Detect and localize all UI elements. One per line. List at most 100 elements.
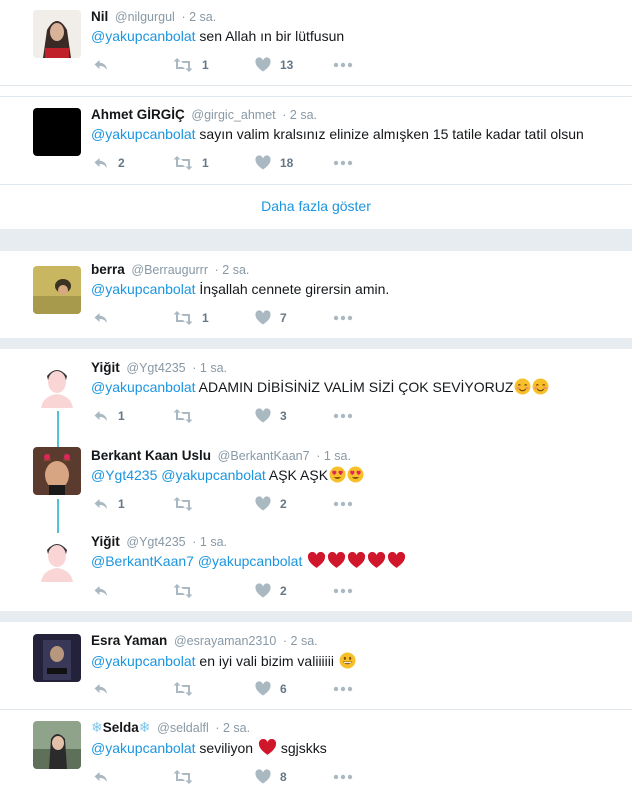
handle[interactable]: @Ygt4235 (126, 535, 185, 549)
tweet-text: @yakupcanbolat sayın valim kralsınız eli… (91, 126, 584, 142)
avatar[interactable] (33, 447, 81, 495)
display-name[interactable]: Yiğit (91, 534, 120, 549)
reply-button[interactable] (93, 582, 118, 600)
snowflake-icon: ❄ (91, 719, 103, 735)
handle[interactable]: @nilgurgul (115, 10, 175, 24)
tweet-header: Yiğit @Ygt4235 · 1 sa. (91, 360, 227, 375)
tweet-actions: 2 (91, 582, 391, 600)
thread-line (57, 411, 59, 447)
avatar[interactable] (33, 721, 81, 769)
handle[interactable]: @seldalfl (157, 721, 209, 735)
mention-link[interactable]: @BerkantKaan7 @yakupcanbolat (91, 553, 302, 569)
display-name[interactable]: Esra Yaman (91, 633, 167, 648)
handle[interactable]: @Ygt4235 (126, 361, 185, 375)
avatar[interactable] (33, 534, 81, 582)
like-button[interactable]: 18 (255, 154, 293, 172)
tweet-header: Nil @nilgurgul · 2 sa. (91, 9, 216, 24)
reply-icon (93, 408, 109, 424)
timestamp[interactable]: · 1 sa. (192, 535, 227, 549)
mention-link[interactable]: @yakupcanbolat (91, 281, 196, 297)
mention-link[interactable]: @yakupcanbolat (91, 126, 196, 142)
timestamp[interactable]: · 1 sa. (192, 361, 227, 375)
like-button[interactable]: 13 (255, 56, 293, 74)
retweet-button[interactable] (173, 680, 202, 698)
mention-link[interactable]: @yakupcanbolat (91, 653, 196, 669)
display-name[interactable]: Berkant Kaan Uslu (91, 448, 211, 463)
retweet-button[interactable]: 1 (173, 154, 209, 172)
show-more-link[interactable]: Daha fazla göster (0, 198, 632, 214)
reply-button[interactable] (93, 768, 118, 786)
smiling-face-emoji (514, 378, 531, 398)
more-button[interactable] (333, 154, 353, 172)
mention-link[interactable]: @yakupcanbolat (91, 740, 196, 756)
grinning-face-emoji (339, 652, 356, 672)
timestamp[interactable]: · 2 sa. (283, 634, 318, 648)
avatar[interactable] (33, 266, 81, 314)
retweet-button[interactable] (173, 407, 202, 425)
avatar[interactable] (33, 10, 81, 58)
timestamp[interactable]: · 2 sa. (181, 10, 216, 24)
reply-button[interactable]: 1 (93, 495, 125, 513)
mention-link[interactable]: @yakupcanbolat (91, 28, 196, 44)
more-button[interactable] (333, 768, 353, 786)
retweet-button[interactable]: 1 (173, 309, 209, 327)
handle[interactable]: @Berraugurrr (131, 263, 208, 277)
timestamp[interactable]: · 2 sa. (215, 721, 250, 735)
divider (0, 96, 632, 97)
more-button[interactable] (333, 495, 353, 513)
retweet-icon (173, 57, 193, 73)
tweet-text: @BerkantKaan7 @yakupcanbolat (91, 551, 406, 572)
more-button[interactable] (333, 56, 353, 74)
mention-link[interactable]: @yakupcanbolat (91, 379, 196, 395)
reply-button[interactable] (93, 680, 118, 698)
timestamp[interactable]: · 1 sa. (316, 449, 351, 463)
retweet-button[interactable] (173, 495, 202, 513)
like-button[interactable]: 7 (255, 309, 287, 327)
avatar[interactable] (33, 634, 81, 682)
reply-button[interactable]: 1 (93, 407, 125, 425)
retweet-button[interactable] (173, 582, 202, 600)
reply-button[interactable] (93, 56, 118, 74)
more-button[interactable] (333, 309, 353, 327)
reply-button[interactable]: 2 (93, 154, 125, 172)
tweet-header: Esra Yaman @esrayaman2310 · 2 sa. (91, 633, 318, 648)
like-button[interactable]: 8 (255, 768, 287, 786)
display-name[interactable]: Selda (103, 720, 139, 735)
like-button[interactable]: 3 (255, 407, 287, 425)
tweet-body (302, 553, 306, 569)
retweet-button[interactable]: 1 (173, 56, 209, 74)
avatar[interactable] (33, 108, 81, 156)
handle[interactable]: @girgic_ahmet (191, 108, 275, 122)
divider (0, 709, 632, 710)
mention-link[interactable]: @Ygt4235 @yakupcanbolat (91, 467, 266, 483)
more-button[interactable] (333, 407, 353, 425)
reply-icon (93, 769, 109, 785)
tweet-header: ❄Selda❄ @seldalfl · 2 sa. (91, 719, 250, 736)
handle[interactable]: @BerkantKaan7 (218, 449, 310, 463)
reply-button[interactable] (93, 309, 118, 327)
divider (0, 85, 632, 86)
display-name[interactable]: Ahmet GİRGİÇ (91, 107, 185, 122)
tweet-body: en iyi vali bizim valiiiiii (195, 653, 338, 669)
thread-line (57, 499, 59, 533)
display-name[interactable]: Nil (91, 9, 108, 24)
like-button[interactable]: 6 (255, 680, 287, 698)
display-name[interactable]: Yiğit (91, 360, 120, 375)
timestamp[interactable]: · 2 sa. (215, 263, 250, 277)
retweet-button[interactable] (173, 768, 202, 786)
heart-eyes-emoji (329, 466, 346, 486)
red-heart-emoji (258, 738, 277, 759)
retweet-icon (173, 155, 193, 171)
display-name[interactable]: berra (91, 262, 125, 277)
heart-icon (255, 57, 271, 73)
handle[interactable]: @esrayaman2310 (174, 634, 276, 648)
like-button[interactable]: 2 (255, 582, 287, 600)
heart-icon (255, 769, 271, 785)
more-dots-icon (333, 310, 353, 326)
more-button[interactable] (333, 582, 353, 600)
like-button[interactable]: 2 (255, 495, 287, 513)
avatar[interactable] (33, 360, 81, 408)
more-dots-icon (333, 408, 353, 424)
more-button[interactable] (333, 680, 353, 698)
timestamp[interactable]: · 2 sa. (282, 108, 317, 122)
